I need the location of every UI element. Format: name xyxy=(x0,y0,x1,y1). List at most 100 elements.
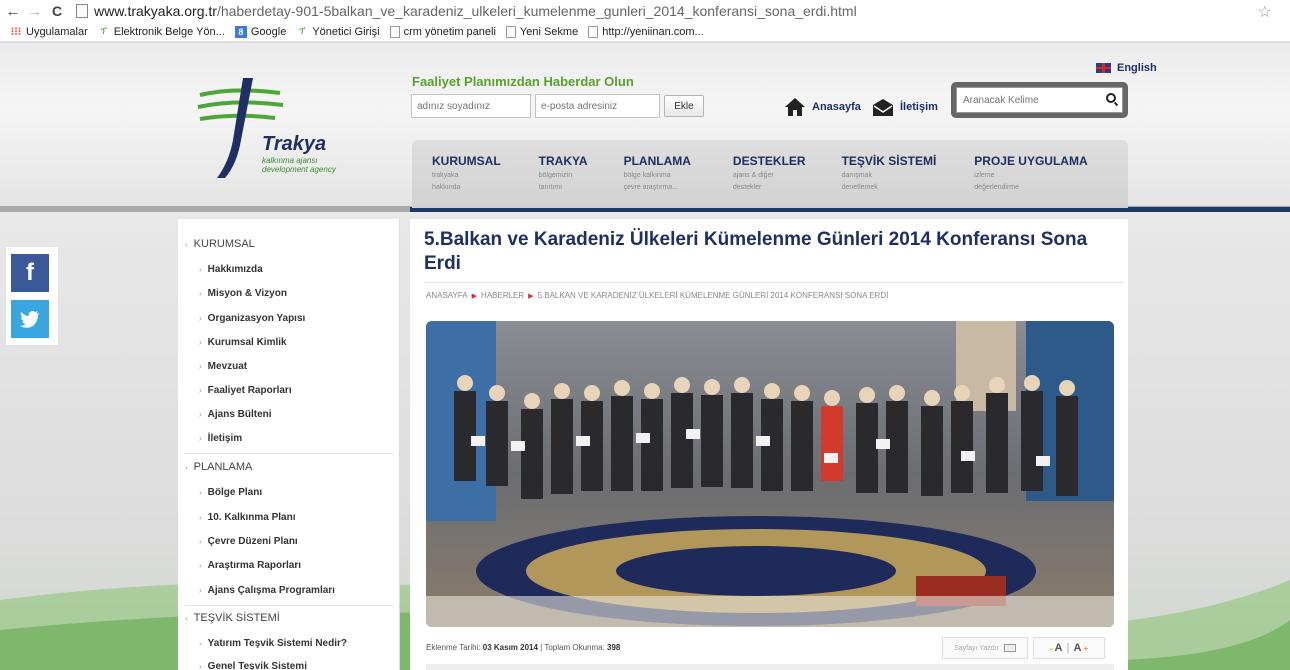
sidebar-divider xyxy=(184,605,394,606)
bookmark-star-icon[interactable]: ☆ xyxy=(1258,2,1272,22)
bird-icon xyxy=(20,310,39,328)
print-button[interactable]: Sayfayı Yazdır xyxy=(942,637,1028,659)
bookmark-apps[interactable]: ⁝⁝⁝ Uygulamalar xyxy=(10,26,88,39)
sidebar-item-label: Araştırma Raporları xyxy=(207,560,302,571)
sidebar-item-organizasyon[interactable]: › Organizasyon Yapısı xyxy=(178,313,400,324)
font-increase-button[interactable]: A xyxy=(1074,642,1082,654)
font-decrease-icon[interactable]: - xyxy=(1050,644,1053,653)
nav-proje-uygulama[interactable]: PROJE UYGULAMA izleme değerlendirme xyxy=(936,140,1087,208)
chevron-right-icon: › xyxy=(199,338,202,347)
page-icon xyxy=(588,25,599,38)
sidebar-section-label: TEŞVİK SİSTEMİ xyxy=(193,612,280,624)
nav-title: DESTEKLER xyxy=(732,154,806,168)
caret-right-icon: ▶ xyxy=(528,292,534,300)
url-field[interactable]: www.trakyaka.org.tr/haberdetay-901-5balk… xyxy=(94,3,857,19)
sidebar-item-yatirim-tesvik[interactable]: › Yatırım Teşvik Sistemi Nedir? xyxy=(178,638,400,649)
bookmark-admin[interactable]: ፕ Yönetici Girişi xyxy=(296,26,379,38)
main-navigation: KURUMSAL trakyaka hakkında TRAKYA bölgemizi… xyxy=(412,140,1128,208)
sidebar-item-label: Kurumsal Kimlik xyxy=(207,337,287,348)
bookmarks-bar: ⁝⁝⁝ Uygulamalar ፕ Elektronik Belge Yön... … xyxy=(0,22,1290,42)
nav-title: TRAKYA xyxy=(538,154,588,168)
nav-subtitle: tanıtımı xyxy=(538,184,563,191)
sidebar-item-ajans-bulteni[interactable]: › Ajans Bülteni xyxy=(178,409,400,420)
reload-icon[interactable]: C xyxy=(48,2,66,20)
page-icon xyxy=(505,25,516,38)
sidebar-item-hakkimizda[interactable]: › Hakkımızda xyxy=(178,264,400,275)
chevron-right-icon: › xyxy=(199,265,202,274)
name-input[interactable] xyxy=(411,94,531,118)
chevron-right-icon: › xyxy=(199,662,202,670)
subscribe-button[interactable]: Ekle xyxy=(664,95,704,117)
sidebar-item-label: Bölge Planı xyxy=(207,487,263,498)
forward-icon[interactable]: → xyxy=(26,2,44,20)
nav-title: PLANLAMA xyxy=(623,154,691,168)
back-icon[interactable]: ← xyxy=(4,2,22,20)
sidebar-item-label: İletişim xyxy=(207,433,243,444)
sidebar-item-cevre-duzeni[interactable]: › Çevre Düzeni Planı xyxy=(178,536,400,547)
nav-subtitle: çevre araştırma... xyxy=(623,184,679,191)
home-link[interactable]: Anasayfa xyxy=(784,97,861,117)
sidebar-item-kurumsal-kimlik[interactable]: › Kurumsal Kimlik xyxy=(178,337,400,348)
sidebar-item-genel-tesvik[interactable]: › Genel Teşvik Sistemi xyxy=(178,661,400,670)
nav-subtitle: trakyaka xyxy=(432,172,459,179)
caret-right-icon: ▶ xyxy=(471,292,478,300)
sidebar-item-kalkinma-plani[interactable]: › 10. Kalkınma Planı xyxy=(178,512,400,523)
date-label: Eklenme Tarihi: xyxy=(426,643,481,652)
sidebar-item-bolge-plani[interactable]: › Bölge Planı xyxy=(178,487,400,498)
chevron-right-icon: › xyxy=(185,463,188,472)
font-divider: | xyxy=(1066,642,1070,654)
nav-title: KURUMSAL xyxy=(432,154,501,168)
language-english-link[interactable]: English xyxy=(1096,62,1157,74)
sidebar-item-label: Genel Teşvik Sistemi xyxy=(207,661,307,670)
content-bottom-bar xyxy=(426,664,1114,670)
nav-tesvik-sistemi[interactable]: TEŞVİK SİSTEMİ danışmak denetlemek xyxy=(806,140,937,208)
chevron-right-icon: › xyxy=(199,314,202,323)
bookmark-yeniinan[interactable]: http://yeniinan.com... xyxy=(588,25,704,38)
bookmark-newtab[interactable]: Yeni Sekme xyxy=(505,25,578,38)
bookmark-label: Elektronik Belge Yön... xyxy=(113,25,225,38)
url-path: /haberdetay-901-5balkan_ve_karadeniz_ulk… xyxy=(216,3,857,19)
breadcrumb-home[interactable]: ANASAYFA xyxy=(426,291,468,300)
chevron-right-icon: › xyxy=(199,434,202,443)
bookmark-crm[interactable]: crm yönetim paneli xyxy=(389,25,496,38)
nav-title: PROJE UYGULAMA xyxy=(974,154,1088,168)
sidebar-item-faaliyet-raporlari[interactable]: › Faaliyet Raporları xyxy=(178,385,400,396)
sidebar-item-arastirma-raporlari[interactable]: › Araştırma Raporları xyxy=(178,560,400,571)
search-icon[interactable] xyxy=(1106,93,1116,103)
nav-planlama[interactable]: PLANLAMA bölge kalkınma çevre araştırma... xyxy=(588,140,691,208)
logo-subtitle-en: development agency xyxy=(262,165,336,174)
chevron-right-icon: › xyxy=(199,513,202,522)
breadcrumb-news[interactable]: HABERLER xyxy=(481,291,524,300)
contact-link[interactable]: İletişim xyxy=(872,97,938,117)
page-icon xyxy=(76,4,88,18)
nav-destekler[interactable]: DESTEKLER ajans & diğer destekler xyxy=(691,140,806,208)
nav-trakya[interactable]: TRAKYA bölgemizin tanıtımı xyxy=(501,140,588,208)
sidebar-section-planlama[interactable]: › PLANLAMA xyxy=(178,461,400,473)
sidebar-item-label: Çevre Düzeni Planı xyxy=(207,536,298,547)
email-input[interactable] xyxy=(535,94,660,118)
sprout-icon: ፕ xyxy=(299,26,306,36)
bookmark-google[interactable]: 8 Google xyxy=(234,25,286,38)
language-label: English xyxy=(1117,62,1157,74)
sidebar-item-iletisim[interactable]: › İletişim xyxy=(178,433,400,444)
sidebar-item-mevzuat[interactable]: › Mevzuat xyxy=(178,361,400,372)
facebook-icon[interactable]: f xyxy=(11,254,49,292)
nav-subtitle: ajans & diğer xyxy=(732,172,774,179)
bookmark-ebys[interactable]: ፕ Elektronik Belge Yön... xyxy=(98,26,225,38)
chevron-right-icon: › xyxy=(199,537,202,546)
sidebar-item-label: 10. Kalkınma Planı xyxy=(207,512,296,523)
sidebar-item-calisma-programlari[interactable]: › Ajans Çalışma Programları xyxy=(178,585,400,596)
search-input[interactable] xyxy=(956,87,1123,113)
font-increase-icon[interactable]: + xyxy=(1083,644,1088,653)
sidebar-section-label: KURUMSAL xyxy=(193,238,255,250)
sidebar-section-tesvik[interactable]: › TEŞVİK SİSTEMİ xyxy=(178,612,400,624)
sidebar-item-misyon[interactable]: › Misyon & Vizyon xyxy=(178,288,400,299)
sidebar-section-kurumsal[interactable]: › KURUMSAL xyxy=(178,238,400,250)
twitter-icon[interactable] xyxy=(11,300,49,338)
sidebar-item-label: Organizasyon Yapısı xyxy=(207,313,306,324)
contact-label: İletişim xyxy=(900,101,938,113)
font-decrease-button[interactable]: A xyxy=(1055,642,1063,654)
sidebar-item-label: Ajans Çalışma Programları xyxy=(207,585,335,596)
chevron-right-icon: › xyxy=(185,614,188,623)
nav-kurumsal[interactable]: KURUMSAL trakyaka hakkında xyxy=(412,140,501,208)
